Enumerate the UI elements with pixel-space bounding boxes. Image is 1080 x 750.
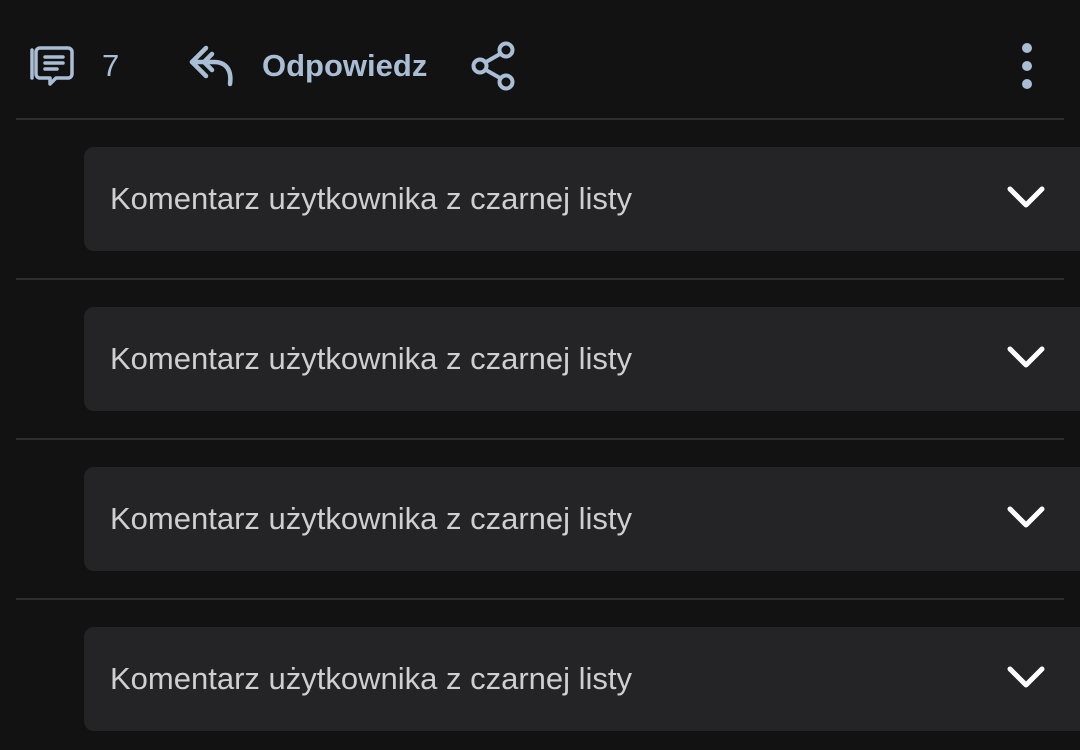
- comment-placeholder-text: Komentarz użytkownika z czarnej listy: [110, 661, 633, 696]
- collapsed-blacklisted-comment[interactable]: Komentarz użytkownika z czarnej listy: [84, 147, 1080, 251]
- chevron-down-icon[interactable]: [1006, 181, 1046, 213]
- divider: [16, 278, 1064, 280]
- chevron-down-icon[interactable]: [1006, 341, 1046, 373]
- collapsed-blacklisted-comment[interactable]: Komentarz użytkownika z czarnej listy: [84, 467, 1080, 571]
- chevron-down-icon[interactable]: [1006, 661, 1046, 693]
- divider: [16, 118, 1064, 120]
- comment-list-icon: [26, 40, 78, 92]
- reply-label: Odpowiedz: [262, 48, 428, 83]
- post-action-toolbar: 7 Odpowiedz: [0, 0, 1080, 120]
- collapsed-blacklisted-comment[interactable]: Komentarz użytkownika z czarnej listy: [84, 307, 1080, 411]
- reply-icon: [186, 40, 238, 92]
- more-vertical-icon: [1017, 40, 1037, 92]
- reply-button[interactable]: Odpowiedz: [186, 40, 427, 92]
- divider: [16, 438, 1064, 440]
- comments-button[interactable]: 7: [26, 40, 119, 92]
- share-button[interactable]: [468, 40, 520, 92]
- divider: [16, 598, 1064, 600]
- comment-count: 7: [102, 48, 120, 83]
- chevron-down-icon[interactable]: [1006, 501, 1046, 533]
- more-options-button[interactable]: [1004, 40, 1050, 92]
- comment-thread-screen: 7 Odpowiedz Komentarz użytkownika z czar…: [0, 0, 1080, 750]
- share-icon: [468, 40, 520, 92]
- comment-placeholder-text: Komentarz użytkownika z czarnej listy: [110, 341, 633, 376]
- comment-placeholder-text: Komentarz użytkownika z czarnej listy: [110, 501, 633, 536]
- collapsed-blacklisted-comment[interactable]: Komentarz użytkownika z czarnej listy: [84, 627, 1080, 731]
- comment-placeholder-text: Komentarz użytkownika z czarnej listy: [110, 181, 633, 216]
